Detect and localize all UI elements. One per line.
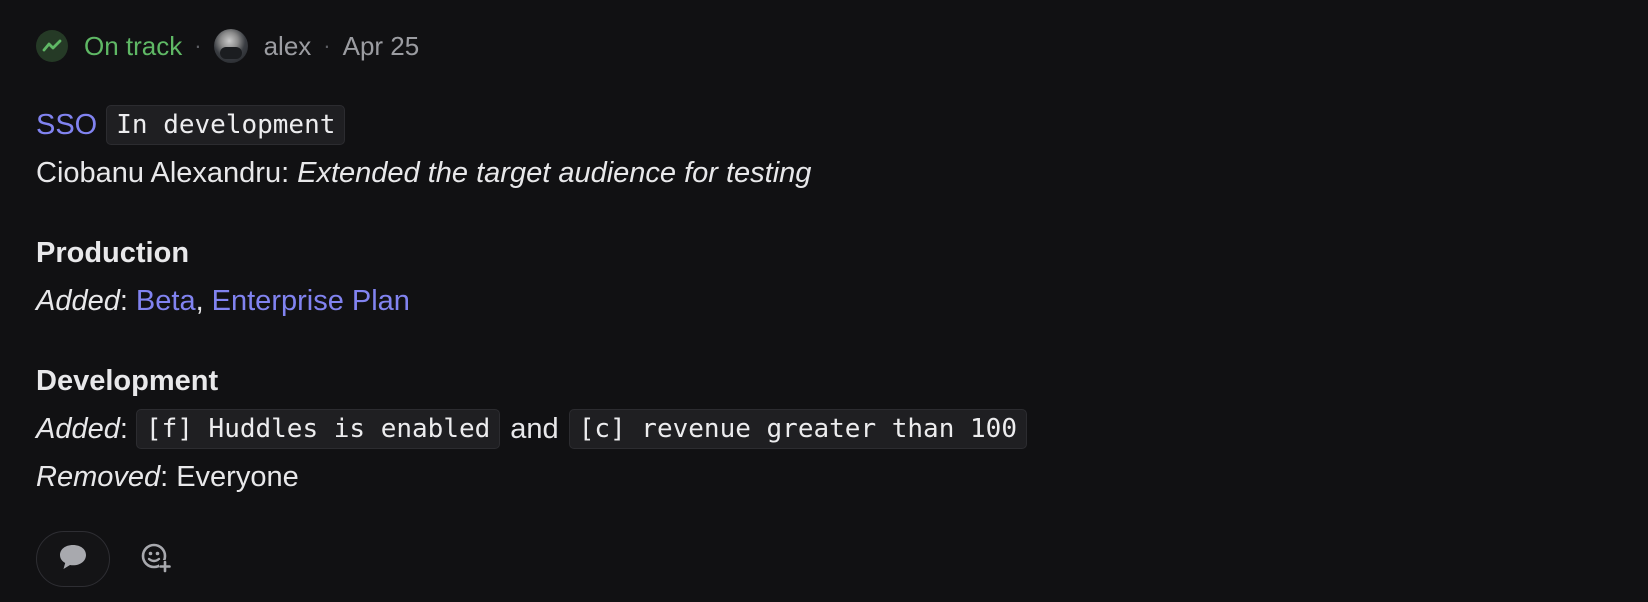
flag-condition-badge: [f] Huddles is enabled xyxy=(135,409,501,449)
message-text: Extended the target audience for testing xyxy=(297,157,812,189)
added-label: Added xyxy=(36,413,120,445)
added-label: Added xyxy=(36,285,120,317)
update-body: SSO In development Ciobanu Alexandru: Ex… xyxy=(36,101,1616,501)
production-added-line: Added : Beta , Enterprise Plan xyxy=(36,277,1616,325)
update-header: On track · alex · Apr 25 xyxy=(36,28,419,64)
development-heading: Development xyxy=(36,365,219,397)
stage-badge: In development xyxy=(106,105,346,145)
removed-value: Everyone xyxy=(176,461,299,493)
comma: , xyxy=(195,285,204,317)
message-author: Ciobanu Alexandru: xyxy=(36,157,290,189)
production-heading: Production xyxy=(36,237,190,269)
removed-label: Removed xyxy=(36,461,161,493)
author-name[interactable]: alex xyxy=(264,31,312,62)
colon: : xyxy=(119,285,128,317)
speech-bubble-icon xyxy=(57,542,89,577)
avatar[interactable] xyxy=(213,29,248,63)
message-line: Ciobanu Alexandru: Extended the target a… xyxy=(36,149,1616,197)
separator-dot: · xyxy=(323,33,331,58)
trend-up-icon xyxy=(36,30,68,62)
revenue-condition-badge: [c] revenue greater than 100 xyxy=(568,409,1027,449)
segment-link-enterprise-plan[interactable]: Enterprise Plan xyxy=(212,277,410,325)
add-reaction-icon xyxy=(140,541,172,578)
development-added-line: Added : [f] Huddles is enabled and [c] r… xyxy=(36,405,1616,453)
development-removed-line: Removed : Everyone xyxy=(36,453,1616,501)
status-label: On track xyxy=(84,30,183,61)
feature-link[interactable]: SSO xyxy=(36,101,97,149)
segment-link-beta[interactable]: Beta xyxy=(136,277,196,325)
project-update-card: On track · alex · Apr 25 SSO In developm… xyxy=(0,0,1648,602)
feature-line: SSO In development xyxy=(36,101,1616,149)
colon: : xyxy=(160,461,169,493)
conjunction-text: and xyxy=(510,413,559,445)
separator-dot: · xyxy=(194,33,202,58)
add-reaction-button[interactable] xyxy=(138,541,174,577)
update-actions xyxy=(36,531,174,587)
update-date[interactable]: Apr 25 xyxy=(343,31,420,62)
comment-button[interactable] xyxy=(36,531,110,587)
colon: : xyxy=(119,413,128,445)
